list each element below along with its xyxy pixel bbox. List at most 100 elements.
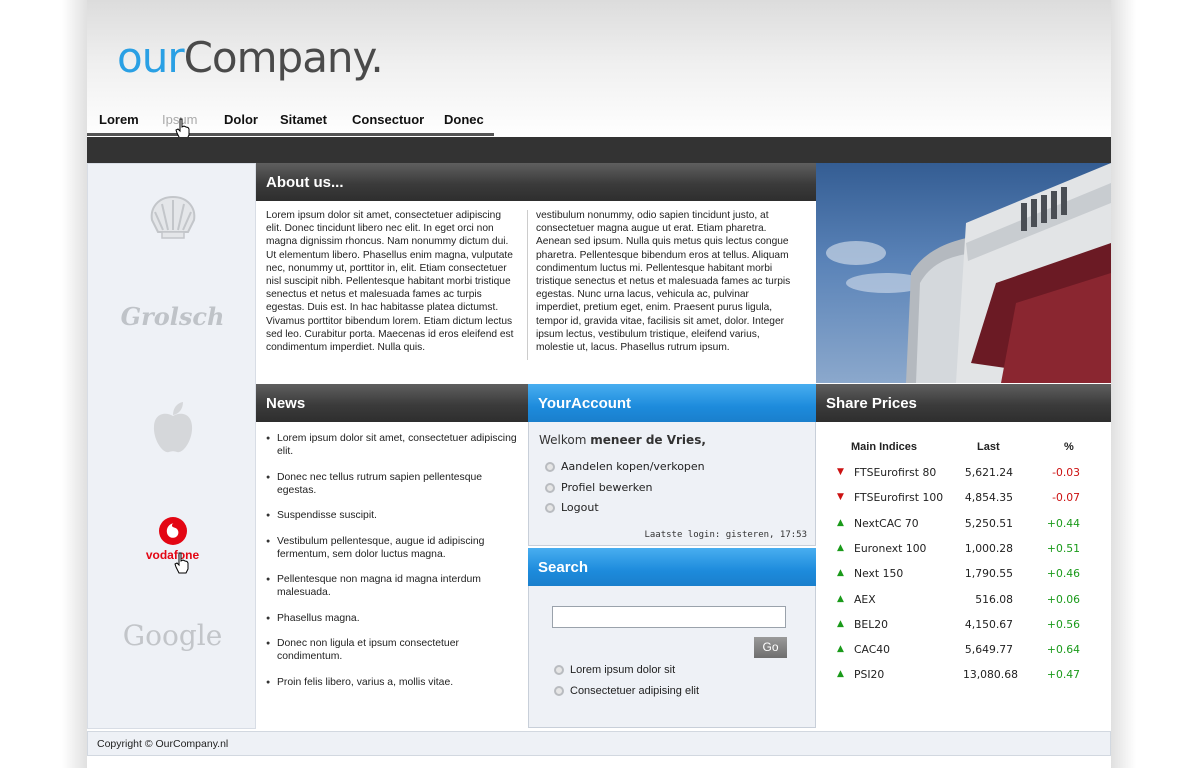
news-item[interactable]: Suspendisse suscipit. (265, 509, 520, 522)
vodafone-wordmark: vodafone (145, 548, 200, 562)
bullet-icon (554, 686, 564, 697)
link-label: Aandelen kopen/verkopen (561, 460, 705, 473)
share-row[interactable]: ▲ NextCAC 70 5,250.51 +0.44 (816, 517, 1111, 537)
nav-item-dolor[interactable]: Dolor (224, 112, 258, 127)
apple-logo[interactable] (88, 400, 257, 461)
arrow-up-icon: ▲ (837, 543, 844, 553)
share-pct-change: +0.64 (1046, 643, 1080, 656)
share-header-last: Last (977, 441, 1000, 453)
welcome-prefix: Welkom (539, 433, 587, 447)
news-item[interactable]: Vestibulum pellentesque, augue id adipis… (265, 535, 520, 561)
apple-icon (153, 402, 192, 453)
share-pct-change: -0.03 (1052, 466, 1080, 479)
logo-part-our: our (117, 33, 185, 82)
search-panel: Search Go Lorem ipsum dolor sit Consecte… (528, 548, 816, 728)
main-nav: Lorem Ipsum Dolor Sitamet Consectuor Don… (87, 108, 494, 140)
page: ourCompany. Lorem Ipsum Dolor Sitamet Co… (87, 0, 1111, 768)
page-shadow-right (1111, 0, 1136, 768)
share-row[interactable]: ▲ AEX 516.08 +0.06 (816, 593, 1111, 613)
share-row[interactable]: ▼ FTSEurofirst 80 5,621.24 -0.03 (816, 466, 1111, 486)
news-item[interactable]: Donec nec tellus rutrum sapien pellentes… (265, 471, 520, 497)
search-link-lorem[interactable]: Lorem ipsum dolor sit (554, 664, 675, 676)
share-pct-change: -0.07 (1052, 491, 1080, 504)
share-pct-change: +0.44 (1046, 517, 1080, 530)
search-go-button[interactable]: Go (754, 637, 787, 658)
share-pct-change: +0.46 (1046, 567, 1080, 580)
hand-cursor-icon (174, 552, 189, 574)
news-item[interactable]: Phasellus magna. (265, 612, 520, 625)
link-profiel-bewerken[interactable]: Profiel bewerken (545, 481, 652, 494)
share-last-value: 516.08 (975, 593, 1013, 606)
search-input[interactable] (552, 606, 786, 628)
share-index-name: CAC40 (854, 643, 891, 656)
about-heading: About us... (256, 163, 816, 201)
share-last-value: 13,080.68 (963, 668, 1018, 681)
bullet-icon (545, 503, 555, 513)
share-last-value: 5,250.51 (964, 517, 1013, 530)
share-index-name: NextCAC 70 (854, 517, 919, 530)
news-item[interactable]: Donec non ligula et ipsum consectetuer c… (265, 637, 520, 663)
welcome-text: Welkom meneer de Vries, (539, 433, 706, 447)
share-heading: Share Prices (816, 384, 1111, 422)
google-logo[interactable]: Google (88, 619, 257, 652)
nav-item-sitamet[interactable]: Sitamet (280, 112, 327, 127)
bullet-icon (545, 462, 555, 472)
news-item[interactable]: Lorem ipsum dolor sit amet, consectetuer… (265, 432, 520, 458)
link-logout[interactable]: Logout (545, 501, 599, 514)
link-label: Consectetuer adipising elit (570, 685, 700, 697)
share-row[interactable]: ▼ FTSEurofirst 100 4,854.35 -0.07 (816, 491, 1111, 511)
logo-part-company: Company. (183, 33, 384, 82)
nav-item-consectuor[interactable]: Consectuor (352, 112, 424, 127)
link-label: Logout (561, 501, 599, 514)
share-index-name: Euronext 100 (854, 542, 927, 555)
share-row[interactable]: ▲ BEL20 4,150.67 +0.56 (816, 618, 1111, 638)
link-aandelen-kopen[interactable]: Aandelen kopen/verkopen (545, 460, 705, 473)
vodafone-icon (158, 517, 187, 545)
nav-item-donec[interactable]: Donec (444, 112, 484, 127)
vodafone-logo[interactable]: vodafone (88, 516, 257, 574)
header: ourCompany. Lorem Ipsum Dolor Sitamet Co… (87, 0, 1111, 140)
share-pct-change: +0.51 (1046, 542, 1080, 555)
share-index-name: AEX (854, 593, 876, 606)
shell-icon (150, 195, 195, 239)
arrow-down-icon: ▼ (837, 467, 844, 477)
about-column-1: Lorem ipsum dolor sit amet, consectetuer… (266, 210, 514, 354)
share-header-indices: Main Indices (851, 441, 918, 453)
share-index-name: PSI20 (854, 668, 885, 681)
grolsch-logo[interactable]: Grolsch (88, 302, 257, 331)
news-item[interactable]: Pellentesque non magna id magna interdum… (265, 573, 520, 599)
brand-sidebar: Grolsch vodafone Google (87, 163, 256, 729)
arrow-up-icon: ▲ (837, 518, 844, 528)
share-pct-change: +0.06 (1046, 593, 1080, 606)
building-image (826, 163, 1111, 383)
share-row[interactable]: ▲ Next 150 1,790.55 +0.46 (816, 567, 1111, 587)
share-row[interactable]: ▲ PSI20 13,080.68 +0.47 (816, 668, 1111, 688)
share-row[interactable]: ▲ Euronext 100 1,000.28 +0.51 (816, 542, 1111, 562)
bullet-icon (545, 483, 555, 493)
share-last-value: 5,621.24 (964, 466, 1013, 479)
news-heading: News (256, 384, 528, 422)
link-label: Lorem ipsum dolor sit (570, 664, 676, 676)
share-last-value: 4,150.67 (964, 618, 1013, 631)
share-last-value: 1,790.55 (964, 567, 1013, 580)
nav-item-lorem[interactable]: Lorem (99, 112, 139, 127)
share-index-name: Next 150 (854, 567, 904, 580)
search-heading: Search (528, 548, 816, 586)
header-dark-bar (87, 137, 1111, 163)
footer: Copyright © OurCompany.nl (87, 731, 1111, 756)
share-index-name: FTSEurofirst 100 (854, 491, 944, 504)
news-item[interactable]: Proin felis libero, varius a, mollis vit… (265, 676, 520, 689)
page-shadow-left (62, 0, 87, 768)
share-last-value: 1,000.28 (964, 542, 1013, 555)
share-index-name: FTSEurofirst 80 (854, 466, 937, 479)
share-row[interactable]: ▲ CAC40 5,649.77 +0.64 (816, 643, 1111, 663)
building-photo (816, 163, 1111, 383)
share-pct-change: +0.47 (1046, 668, 1080, 681)
arrow-up-icon: ▲ (837, 568, 844, 578)
shell-logo[interactable] (88, 194, 257, 245)
search-link-consectetuer[interactable]: Consectetuer adipising elit (554, 685, 699, 697)
logo[interactable]: ourCompany. (117, 33, 384, 82)
share-last-value: 5,649.77 (964, 643, 1013, 656)
arrow-up-icon: ▲ (837, 619, 844, 629)
share-index-name: BEL20 (854, 618, 888, 631)
